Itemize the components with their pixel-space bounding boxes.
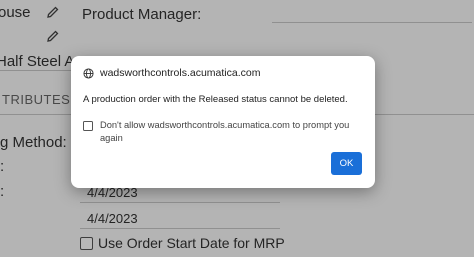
globe-icon	[83, 67, 94, 79]
dialog-header: wadsworthcontrols.acumatica.com	[83, 67, 260, 79]
browser-alert-dialog: wadsworthcontrols.acumatica.com A produc…	[71, 56, 375, 188]
suppress-prompts-row[interactable]: Don't allow wadsworthcontrols.acumatica.…	[83, 119, 350, 144]
ok-button[interactable]: OK	[331, 152, 362, 175]
suppress-prompts-label[interactable]: Don't allow wadsworthcontrols.acumatica.…	[100, 119, 350, 144]
suppress-prompts-checkbox[interactable]	[83, 121, 93, 131]
dialog-message: A production order with the Released sta…	[83, 94, 348, 105]
dialog-site-title: wadsworthcontrols.acumatica.com	[100, 67, 261, 79]
